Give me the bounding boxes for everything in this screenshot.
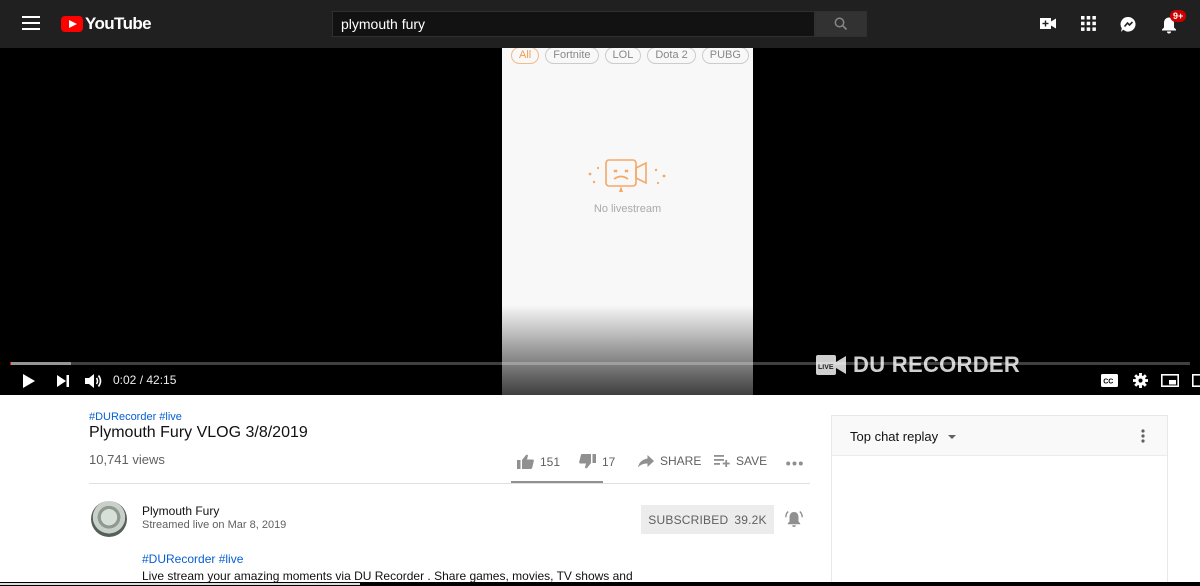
description-text: Live stream your amazing moments via DU … bbox=[142, 569, 633, 583]
watermark-text: DU RECORDER bbox=[853, 352, 1021, 377]
thumbs-down-icon bbox=[579, 454, 596, 469]
subscriber-count: 39.2K bbox=[734, 512, 767, 527]
no-livestream-text: No livestream bbox=[593, 203, 662, 215]
dislike-button[interactable]: 17 bbox=[579, 454, 615, 469]
settings-gear-icon[interactable] bbox=[1133, 373, 1148, 388]
miniplayer-icon[interactable] bbox=[1161, 374, 1179, 387]
search-input[interactable]: plymouth fury bbox=[332, 11, 815, 37]
chat-more-options-icon[interactable] bbox=[1141, 429, 1145, 443]
progress-buffered bbox=[10, 362, 71, 365]
svg-text:CC: CC bbox=[1103, 379, 1113, 386]
search-icon bbox=[834, 17, 848, 31]
youtube-logo[interactable]: YouTube bbox=[61, 14, 152, 34]
subscribed-button[interactable]: SUBSCRIBED 39.2K bbox=[641, 505, 774, 534]
taskbar-edge bbox=[0, 582, 1200, 586]
chat-header: Top chat replay bbox=[832, 416, 1167, 456]
logo-text: YouTube bbox=[85, 14, 152, 33]
create-video-icon[interactable] bbox=[1040, 17, 1057, 30]
player-gradient bbox=[502, 305, 753, 395]
save-label: SAVE bbox=[736, 454, 768, 468]
save-button[interactable]: SAVE bbox=[714, 454, 767, 468]
view-count: 10,741 views bbox=[89, 452, 165, 467]
thumbs-up-icon bbox=[517, 454, 534, 469]
subscribed-label: SUBSCRIBED bbox=[648, 512, 729, 527]
apps-grid-icon[interactable] bbox=[1081, 16, 1096, 31]
youtube-play-logo-icon bbox=[61, 16, 83, 32]
captions-icon[interactable]: CC bbox=[1101, 374, 1118, 387]
chip-fortnite: Fortnite bbox=[545, 48, 599, 64]
progress-bar[interactable] bbox=[10, 362, 1190, 365]
chip-dota2: Dota 2 bbox=[647, 48, 696, 64]
streamed-date: Streamed live on Mar 8, 2019 bbox=[142, 519, 287, 531]
video-hashtags[interactable]: #DURecorder #live bbox=[89, 411, 182, 423]
chip-all: All bbox=[511, 48, 540, 64]
sad-camera-icon bbox=[588, 159, 666, 192]
chat-mode-dropdown[interactable]: Top chat replay bbox=[850, 429, 938, 444]
channel-name[interactable]: Plymouth Fury bbox=[142, 504, 219, 518]
divider bbox=[89, 483, 810, 484]
next-video-icon[interactable] bbox=[57, 375, 69, 387]
volume-icon[interactable] bbox=[85, 373, 103, 389]
add-to-playlist-icon bbox=[714, 455, 730, 467]
video-frame-phone-screen: All Fortnite LOL Dota 2 PUBG No livestre… bbox=[502, 48, 753, 395]
channel-avatar[interactable] bbox=[91, 501, 127, 537]
play-icon[interactable] bbox=[22, 374, 36, 388]
caret-down-icon[interactable] bbox=[948, 435, 956, 439]
svg-text:LIVE: LIVE bbox=[818, 364, 834, 371]
search-button[interactable] bbox=[815, 11, 867, 37]
more-actions-icon[interactable] bbox=[786, 461, 803, 466]
video-player[interactable]: All Fortnite LOL Dota 2 PUBG No livestre… bbox=[0, 48, 1200, 395]
notification-bell-icon[interactable] bbox=[785, 510, 803, 528]
chip-lol: LOL bbox=[604, 48, 642, 64]
menu-icon[interactable] bbox=[22, 16, 40, 30]
time-display: 0:02 / 42:15 bbox=[113, 373, 177, 387]
theater-mode-icon[interactable] bbox=[1192, 374, 1200, 387]
progress-played bbox=[10, 362, 11, 365]
like-button[interactable]: 151 bbox=[517, 454, 560, 469]
notification-badge: 9+ bbox=[1170, 10, 1187, 22]
chip-pubg: PUBG bbox=[701, 48, 749, 64]
share-arrow-icon bbox=[638, 454, 654, 467]
du-recorder-logo-icon: LIVE bbox=[816, 355, 846, 375]
dislike-count: 17 bbox=[602, 454, 616, 469]
top-bar: YouTube plymouth fury 9+ bbox=[0, 0, 1200, 48]
description-hashtags[interactable]: #DURecorder #live bbox=[142, 552, 243, 566]
video-title: Plymouth Fury VLOG 3/8/2019 bbox=[89, 424, 308, 441]
share-label: SHARE bbox=[660, 454, 702, 468]
messages-icon[interactable] bbox=[1120, 16, 1137, 33]
category-chips: All Fortnite LOL Dota 2 PUBG bbox=[511, 48, 749, 64]
chat-replay-panel: Top chat replay bbox=[831, 415, 1168, 586]
like-count: 151 bbox=[540, 454, 561, 469]
du-recorder-watermark: LIVE DU RECORDER bbox=[815, 352, 1020, 378]
share-button[interactable]: SHARE bbox=[638, 454, 701, 468]
